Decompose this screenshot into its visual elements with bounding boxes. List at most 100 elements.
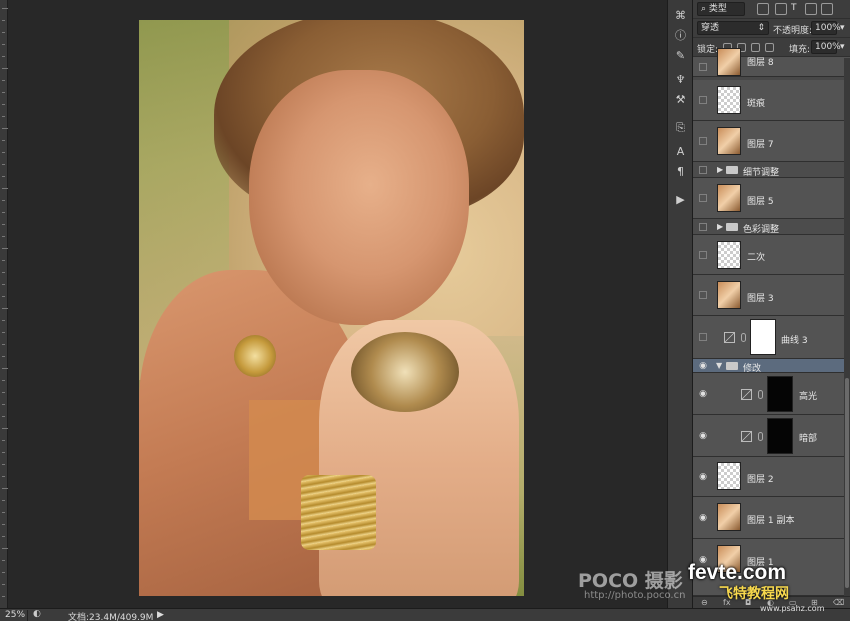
layer-name: 斑痕 (747, 99, 766, 109)
layer-row[interactable]: 图层 3 (693, 275, 850, 316)
history-icon[interactable]: ⌘ (671, 6, 690, 25)
visibility-toggle[interactable] (699, 251, 707, 259)
brush-icon[interactable]: ✎ (671, 46, 690, 65)
layer-group-row[interactable]: ▶ 细节调整 (693, 162, 850, 178)
filter-shape-icon[interactable] (805, 3, 817, 15)
ruler-tick (2, 560, 5, 561)
layer-row[interactable]: ◉ 暗部 (693, 415, 850, 457)
layer-row[interactable]: ◉ 图层 2 (693, 457, 850, 497)
layer-mask-thumbnail[interactable] (767, 376, 793, 412)
eye-icon[interactable]: ◉ (698, 513, 708, 523)
info-icon[interactable]: ⓘ (671, 26, 690, 45)
kind-filter-select[interactable]: ⌕ 类型 (697, 2, 745, 16)
ruler-tick (2, 404, 5, 405)
fill-dropdown-icon[interactable]: ▾ (840, 42, 845, 52)
layer-row[interactable]: 图层 7 (693, 121, 850, 162)
layer-name: 暗部 (799, 434, 818, 444)
ruler-tick (2, 200, 5, 201)
ruler-tick (2, 104, 5, 105)
scrollbar-thumb[interactable] (845, 378, 849, 588)
filter-type-icon[interactable]: T (791, 3, 797, 13)
layer-group-row-selected[interactable]: ◉ ▼ 修改 (693, 359, 850, 374)
layer-row[interactable]: 图层 5 (693, 178, 850, 219)
visibility-toggle[interactable] (699, 166, 707, 174)
layer-name: 图层 8 (747, 58, 774, 68)
layer-row[interactable]: ◉ 图层 1 副本 (693, 497, 850, 539)
add-mask-icon[interactable]: ◘ (745, 598, 751, 607)
photo-face (249, 70, 469, 325)
character-icon[interactable]: A (671, 142, 690, 161)
lock-position-icon[interactable] (751, 43, 760, 52)
eye-icon[interactable]: ◉ (698, 555, 708, 565)
opacity-input[interactable]: 100% (811, 21, 841, 35)
clone-icon[interactable]: ⎘ (671, 118, 690, 137)
visibility-toggle[interactable] (699, 291, 707, 299)
filter-adjustment-icon[interactable] (775, 3, 787, 15)
layer-thumbnail (717, 281, 741, 309)
layer-row[interactable]: ◉ 图层 1 (693, 539, 850, 596)
visibility-toggle[interactable] (699, 137, 707, 145)
delete-layer-icon[interactable]: ⌫ (833, 598, 844, 607)
layer-row[interactable]: 图层 8 (693, 48, 850, 77)
ruler-tick (2, 368, 8, 369)
visibility-toggle[interactable] (699, 194, 707, 202)
eye-icon[interactable]: ◉ (698, 431, 708, 441)
adjust-icon[interactable]: ⚒ (671, 90, 690, 109)
fill-input[interactable]: 100% (811, 40, 841, 54)
ruler-tick (2, 536, 5, 537)
curves-adjustment-icon (741, 431, 752, 442)
new-group-icon[interactable]: ▭ (789, 598, 797, 607)
status-play-icon[interactable]: ▶ (157, 610, 164, 620)
layer-style-icon[interactable]: fx (723, 598, 731, 607)
ruler-tick (2, 32, 5, 33)
lock-all-icon[interactable] (765, 43, 774, 52)
ruler-tick (2, 284, 5, 285)
layer-row[interactable]: 斑痕 (693, 80, 850, 121)
document-canvas[interactable] (0, 0, 667, 608)
eye-icon[interactable]: ◉ (698, 361, 708, 371)
link-icon[interactable] (758, 432, 763, 441)
visibility-toggle[interactable] (699, 96, 707, 104)
chevron-down-icon: ⇕ (757, 23, 765, 33)
layer-thumbnail (717, 48, 741, 76)
eye-icon[interactable]: ◉ (698, 389, 708, 399)
layer-mask-thumbnail[interactable] (750, 319, 776, 355)
filter-smart-icon[interactable] (821, 3, 833, 15)
paragraph-icon[interactable]: ¶ (671, 162, 690, 181)
search-icon: ⌕ (701, 4, 707, 14)
ruler-tick (2, 572, 5, 573)
filter-pixel-icon[interactable] (757, 3, 769, 15)
zoom-level[interactable]: 25% (5, 610, 25, 620)
expand-arrow-icon[interactable]: ▶ (717, 165, 723, 174)
ruler-tick (2, 464, 5, 465)
opacity-dropdown-icon[interactable]: ▾ (840, 23, 845, 33)
layer-row[interactable]: 曲线 3 (693, 316, 850, 359)
visibility-toggle[interactable] (699, 63, 707, 71)
photo-canvas[interactable] (139, 20, 524, 596)
eye-icon[interactable]: ◉ (698, 472, 708, 482)
link-layers-icon[interactable]: ⊖ (701, 598, 708, 607)
new-layer-icon[interactable]: ⊞ (811, 598, 818, 607)
blend-mode-select[interactable]: 穿透 ⇕ (697, 21, 769, 35)
ruler-tick (2, 416, 5, 417)
layer-row[interactable]: 二次 (693, 235, 850, 275)
collapse-arrow-icon[interactable]: ▼ (716, 361, 722, 370)
layer-row[interactable]: ◉ 高光 (693, 373, 850, 415)
status-menu-icon[interactable]: ◐ (33, 609, 41, 619)
ruler-tick (2, 140, 5, 141)
layer-group-row[interactable]: ▶ 色彩调整 (693, 219, 850, 235)
layer-mask-thumbnail[interactable] (767, 418, 793, 454)
link-icon[interactable] (741, 333, 746, 342)
expand-arrow-icon[interactable]: ▶ (717, 222, 723, 231)
brush-preset-icon[interactable]: ♆ (671, 70, 690, 89)
ruler-tick (2, 164, 5, 165)
ruler-tick (2, 272, 5, 273)
visibility-toggle[interactable] (699, 223, 707, 231)
link-icon[interactable] (758, 390, 763, 399)
ruler-tick (2, 596, 5, 597)
play-icon[interactable]: ▶ (671, 190, 690, 209)
layers-scrollbar[interactable] (844, 58, 850, 596)
new-adjustment-icon[interactable]: ◐ (767, 598, 774, 607)
visibility-toggle[interactable] (699, 333, 707, 341)
ruler-tick (2, 44, 5, 45)
